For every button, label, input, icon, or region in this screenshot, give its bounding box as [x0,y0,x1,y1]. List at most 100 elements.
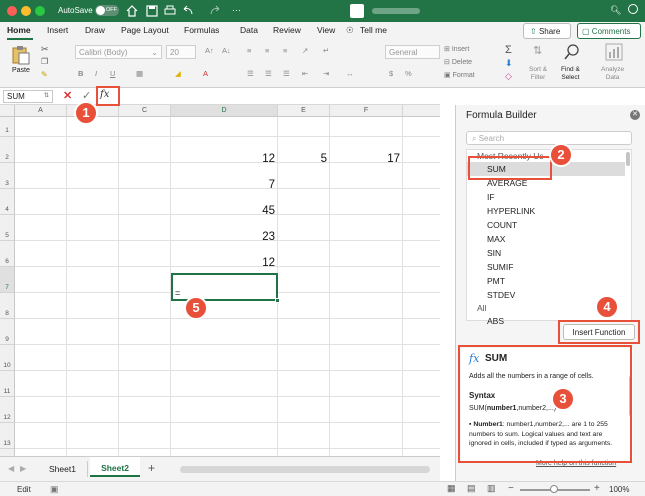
page-layout-view-icon[interactable]: ▤ [467,483,476,494]
list-scrollbar[interactable] [626,152,630,166]
fill-handle[interactable] [275,298,280,303]
cell-d6[interactable]: 12 [172,257,275,269]
row-header-3[interactable]: 3 [0,163,15,189]
column-header-g[interactable] [403,105,440,117]
add-sheet-button[interactable]: + [148,461,155,475]
format-painter-icon[interactable]: ✎ [41,70,48,79]
font-name-select[interactable]: Calibri (Body) ⌄ [75,45,162,59]
zoom-in-button[interactable]: + [594,483,600,494]
align-center-icon[interactable]: ☰ [265,69,272,78]
format-cells-button[interactable]: ▣ Format [444,71,475,79]
accessibility-icon[interactable]: ▣ [50,484,59,495]
copy-icon[interactable]: ❐ [41,57,48,66]
close-window-icon[interactable] [7,6,17,16]
cell-d5[interactable]: 23 [172,231,275,243]
previous-sheet-icon[interactable]: ◀ [8,464,14,473]
row-header-10[interactable]: 10 [0,345,15,371]
active-cell-d7[interactable]: = [171,273,278,301]
maximize-window-icon[interactable] [35,6,45,16]
analyze-data-label[interactable]: Analyze Data [601,66,624,82]
fill-icon[interactable]: ⬇ [505,58,513,69]
font-color-icon[interactable]: A [203,69,208,78]
find-select-label[interactable]: Find & Select [561,66,580,82]
function-search-input[interactable]: ⌕ Search [466,131,632,145]
align-left-icon[interactable]: ☰ [247,69,254,78]
row-header-13[interactable]: 13 [0,423,15,449]
close-panel-icon[interactable]: ✕ [630,110,640,120]
insert-cells-button[interactable]: ⊞ Insert [444,45,469,53]
tab-formulas[interactable]: Formulas [184,25,219,35]
bold-icon[interactable]: B [78,69,83,78]
normal-view-icon[interactable]: ▦ [447,483,456,494]
autosave-toggle[interactable]: OFF [95,5,119,16]
row-header-14[interactable] [0,449,15,456]
font-size-select[interactable]: 20 [166,45,196,59]
italic-icon[interactable]: I [95,69,97,78]
number-format-select[interactable]: General [385,45,440,59]
print-icon[interactable] [164,5,176,17]
cell-d3[interactable]: 7 [172,179,275,191]
analyze-data-icon[interactable] [605,43,623,61]
formula-input[interactable] [119,89,439,104]
function-item-sin[interactable]: SIN [487,248,501,258]
row-header-1[interactable]: 1 [0,117,15,137]
increase-font-icon[interactable]: A↑ [205,46,214,55]
row-header-7[interactable]: 7 [0,267,15,293]
row-header-12[interactable]: 12 [0,397,15,423]
tab-insert[interactable]: Insert [47,25,68,35]
sort-filter-icon[interactable]: ⇅ [533,44,542,57]
column-header-e[interactable]: E [278,105,330,117]
tab-review[interactable]: Review [273,25,301,35]
home-icon[interactable] [126,5,138,17]
function-item-max[interactable]: MAX [487,234,505,244]
function-item-stdev[interactable]: STDEV [487,290,515,300]
function-item-sumif[interactable]: SUMIF [487,262,513,272]
page-break-view-icon[interactable]: ▥ [487,483,496,494]
row-header-4[interactable]: 4 [0,189,15,215]
align-middle-icon[interactable]: ≡ [265,46,269,55]
autosum-icon[interactable]: Σ [505,44,512,56]
sort-filter-label[interactable]: Sort & Filter [529,66,547,82]
save-icon[interactable] [146,5,158,17]
underline-icon[interactable]: U [110,69,115,78]
percent-icon[interactable]: % [405,69,412,78]
sheet-tab-sheet2[interactable]: Sheet2 [90,457,140,477]
account-icon[interactable] [628,4,638,14]
tell-me-input[interactable]: Tell me [360,25,387,35]
orientation-icon[interactable]: ↗ [302,46,308,55]
increase-indent-icon[interactable]: ⇥ [323,69,329,78]
tab-page-layout[interactable]: Page Layout [121,25,169,35]
column-header-d[interactable]: D [171,105,278,117]
align-top-icon[interactable]: ≡ [247,46,251,55]
row-header-2[interactable]: 2 [0,137,15,163]
zoom-slider-thumb[interactable] [550,485,558,493]
horizontal-scrollbar[interactable] [180,466,430,473]
more-icon[interactable]: ··· [232,5,241,15]
clear-icon[interactable]: ◇ [505,71,512,82]
wrap-text-icon[interactable]: ↵ [323,46,329,55]
column-header-c[interactable]: C [119,105,171,117]
cell-d4[interactable]: 45 [172,205,275,217]
tab-home[interactable]: Home [7,25,31,35]
tab-draw[interactable]: Draw [85,25,105,35]
currency-icon[interactable]: $ [389,69,393,78]
comments-button[interactable]: ▢ Comments [577,23,641,39]
function-item-pmt[interactable]: PMT [487,276,505,286]
zoom-out-button[interactable]: − [508,483,514,494]
function-item-abs[interactable]: ABS [487,316,504,326]
paste-icon[interactable] [10,45,30,65]
tab-data[interactable]: Data [240,25,258,35]
cell-f2[interactable]: 17 [331,153,400,165]
minimize-window-icon[interactable] [21,6,31,16]
row-header-8[interactable]: 8 [0,293,15,319]
cell-e2[interactable]: 5 [279,153,327,165]
row-header-9[interactable]: 9 [0,319,15,345]
row-header-11[interactable]: 11 [0,371,15,397]
sheet-tab-sheet1[interactable]: Sheet1 [38,461,88,477]
function-item-count[interactable]: COUNT [487,220,517,230]
function-item-hyperlink[interactable]: HYPERLINK [487,206,535,216]
borders-icon[interactable]: ▦ [136,69,143,78]
fill-color-icon[interactable]: ◢ [175,69,181,78]
next-sheet-icon[interactable]: ▶ [20,464,26,473]
spreadsheet-grid[interactable]: A B C D E F 1 2 3 4 5 6 7 8 9 10 11 12 1… [0,105,440,456]
